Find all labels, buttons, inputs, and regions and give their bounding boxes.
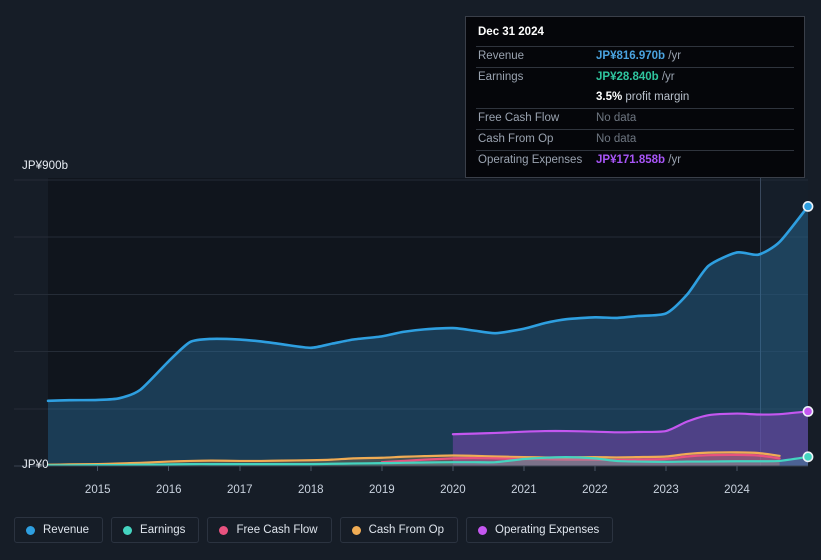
x-tick-2017: 2017 bbox=[226, 484, 253, 496]
legend-item-earnings[interactable]: Earnings bbox=[111, 517, 200, 543]
chart-legend: Revenue Earnings Free Cash Flow Cash From O… bbox=[14, 517, 614, 543]
x-tick-2021: 2021 bbox=[511, 484, 537, 496]
tooltip-row: Cash From Op No data bbox=[476, 129, 794, 150]
tooltip-row-label: Operating Expenses bbox=[478, 154, 583, 166]
legend-item-operating-expenses[interactable]: Operating Expenses bbox=[466, 517, 614, 543]
legend-item-label: Cash From Op bbox=[368, 524, 445, 536]
tooltip-row: Revenue JP¥816.970b /yr bbox=[476, 46, 794, 67]
tooltip-row: Free Cash Flow No data bbox=[476, 108, 794, 129]
legend-item-label: Free Cash Flow bbox=[236, 524, 318, 536]
tooltip-row-label: Cash From Op bbox=[478, 133, 554, 145]
tooltip-row: Operating Expenses JP¥171.858b /yr bbox=[476, 150, 794, 171]
tooltip-row-value: JP¥28.840b /yr bbox=[596, 71, 675, 83]
legend-color-dot-icon bbox=[123, 525, 133, 535]
x-tick-2016: 2016 bbox=[155, 484, 182, 496]
tooltip-row: Earnings JP¥28.840b /yr bbox=[476, 67, 794, 88]
tooltip-row-value: No data bbox=[596, 112, 637, 124]
x-tick-2022: 2022 bbox=[582, 484, 608, 496]
tooltip-row-label: Earnings bbox=[478, 71, 524, 83]
x-tick-2023: 2023 bbox=[653, 484, 679, 496]
x-tick-2020: 2020 bbox=[440, 484, 466, 496]
legend-color-dot-icon bbox=[26, 525, 35, 535]
legend-item-free-cash-flow[interactable]: Free Cash Flow bbox=[207, 517, 332, 543]
x-tick-2024: 2024 bbox=[724, 484, 750, 496]
legend-item-label: Earnings bbox=[140, 524, 186, 536]
tooltip-row-value: 3.5% profit margin bbox=[596, 91, 690, 103]
y-axis-max-label: JP¥900b bbox=[22, 160, 69, 172]
tooltip-row-value: JP¥816.970b /yr bbox=[596, 50, 682, 62]
legend-color-dot-icon bbox=[478, 525, 488, 535]
tooltip-row-label: Free Cash Flow bbox=[478, 112, 560, 124]
financial-chart-widget: JP¥900b JP¥0 2015 2016 2017 2018 2019 2020 202… bbox=[0, 0, 821, 560]
tooltip-row: 3.5% profit margin bbox=[476, 88, 794, 108]
x-tick-2018: 2018 bbox=[298, 484, 324, 496]
tooltip-row-value: JP¥171.858b /yr bbox=[596, 154, 682, 166]
tooltip-row-label: Revenue bbox=[478, 50, 525, 62]
x-tick-2019: 2019 bbox=[369, 484, 395, 496]
legend-item-cash-from-op[interactable]: Cash From Op bbox=[339, 517, 459, 543]
y-axis-zero-label: JP¥0 bbox=[22, 459, 49, 471]
legend-item-label: Operating Expenses bbox=[495, 524, 600, 536]
tooltip-date: Dec 31 2024 bbox=[478, 26, 544, 38]
legend-item-revenue[interactable]: Revenue bbox=[14, 517, 104, 543]
chart-tooltip: Dec 31 2024 Revenue JP¥816.970b /yr Earnin… bbox=[465, 16, 805, 178]
x-tick-2015: 2015 bbox=[84, 484, 111, 496]
tooltip-rows: Revenue JP¥816.970b /yr Earnings JP¥28.840b… bbox=[476, 46, 794, 171]
tooltip-row-value: No data bbox=[596, 133, 637, 145]
legend-color-dot-icon bbox=[351, 525, 361, 535]
legend-color-dot-icon bbox=[219, 525, 229, 535]
legend-item-label: Revenue bbox=[43, 524, 90, 536]
